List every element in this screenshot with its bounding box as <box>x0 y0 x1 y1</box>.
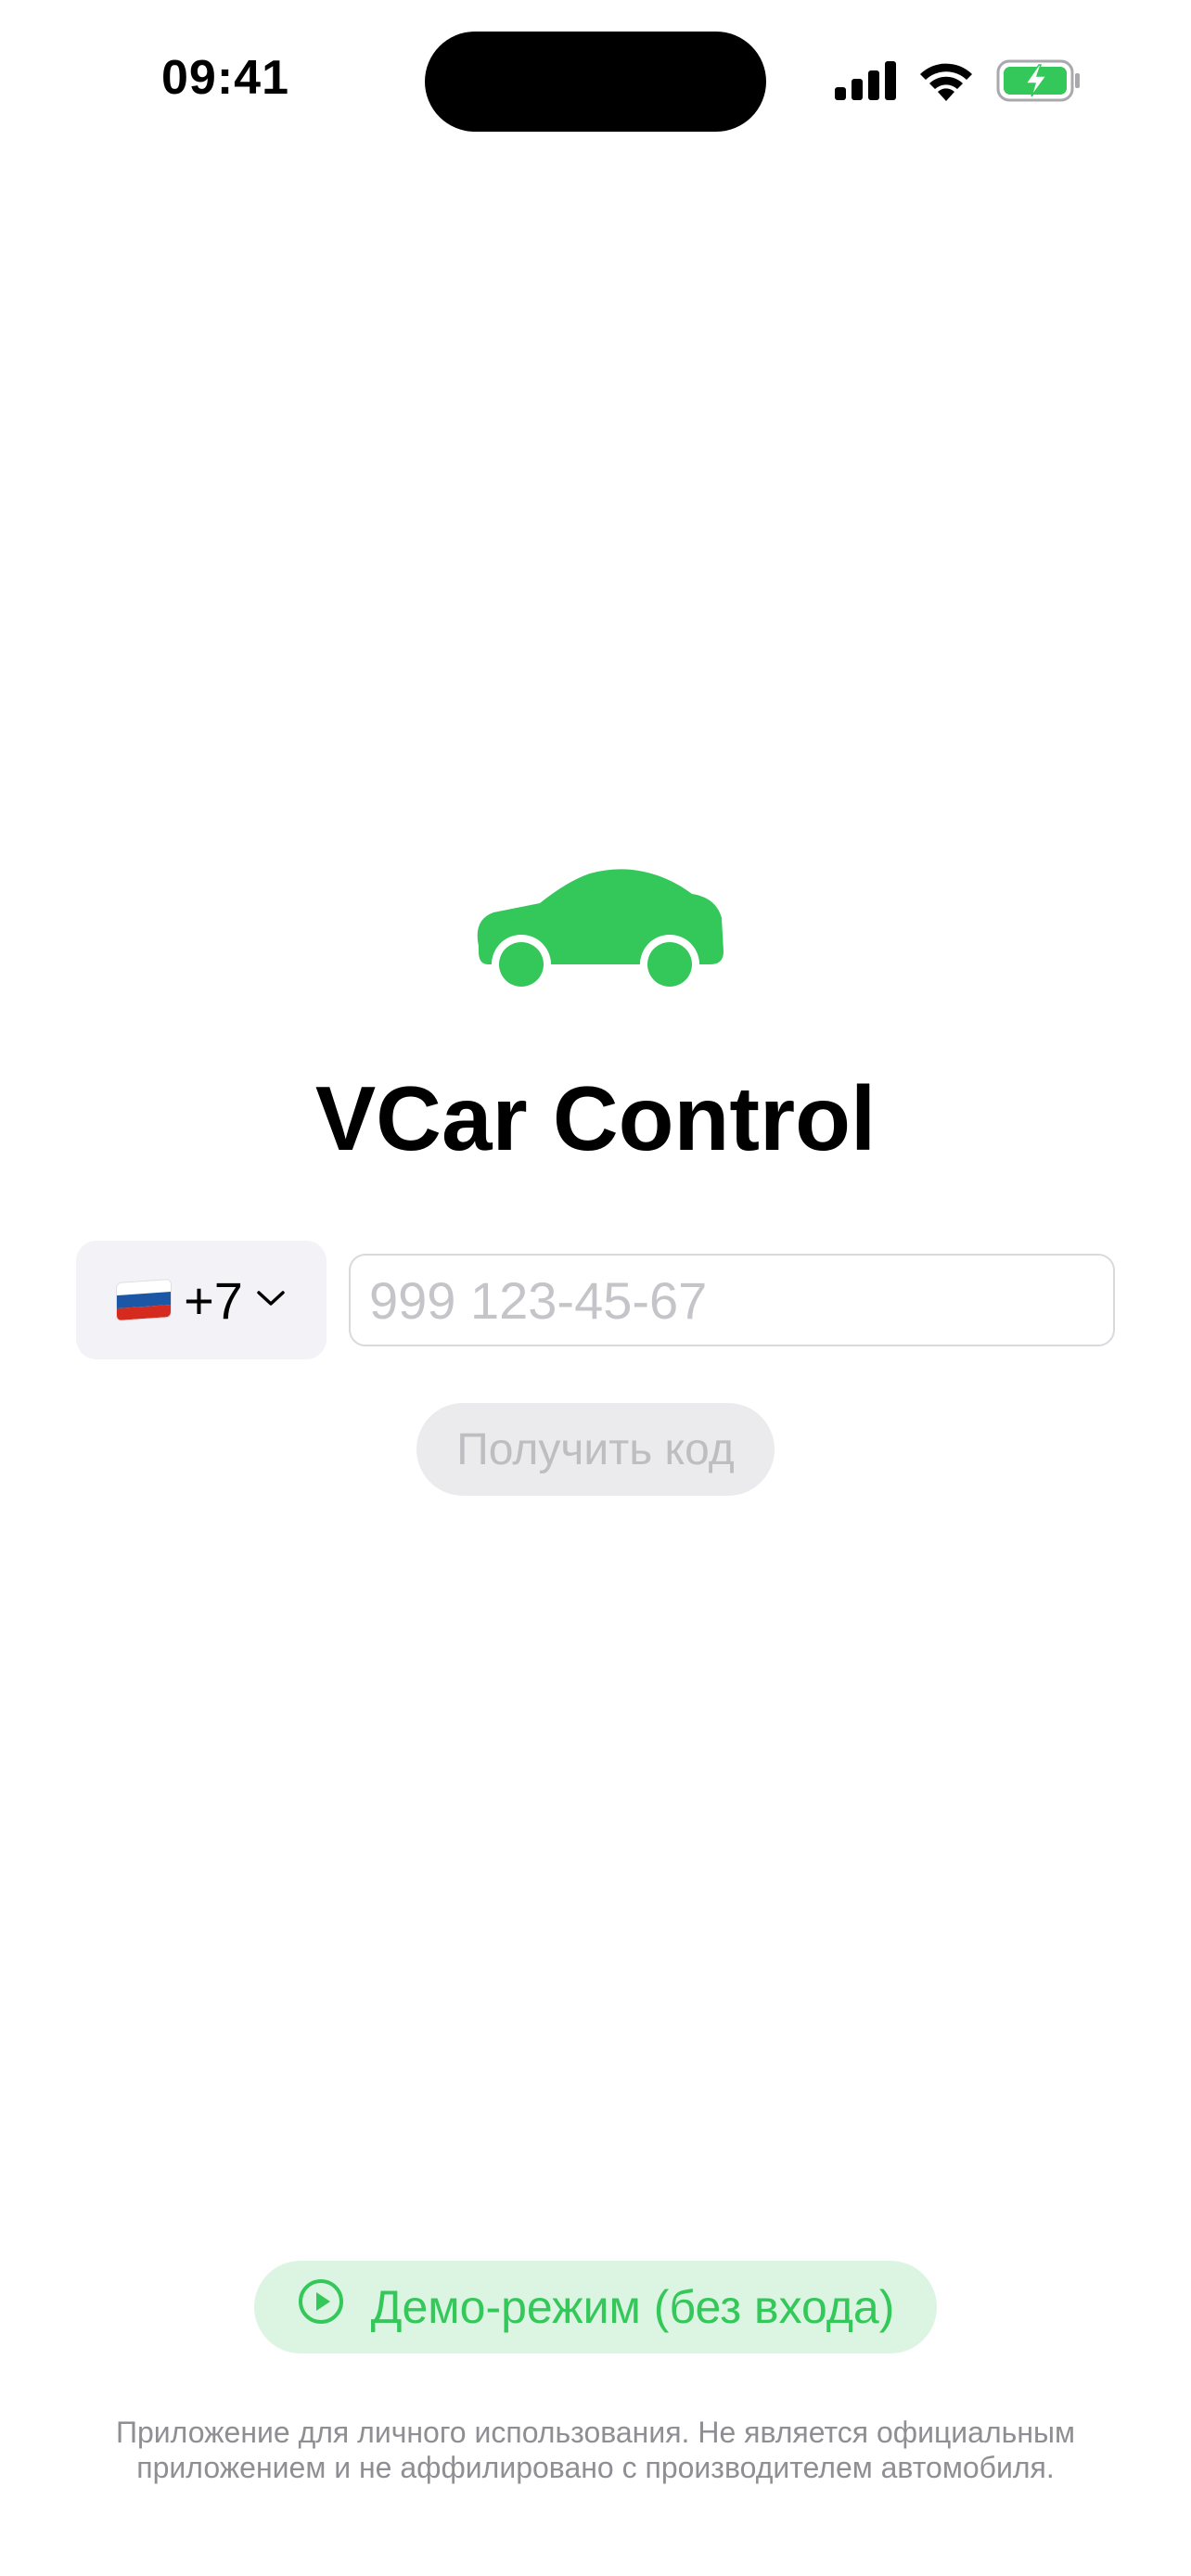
status-time: 09:41 <box>161 51 289 105</box>
app-title: VCar Control <box>314 1067 877 1169</box>
play-circle-icon <box>297 2277 345 2337</box>
wifi-icon <box>918 60 974 101</box>
disclaimer-line-2: приложением и не аффилировано с производ… <box>136 2451 1055 2484</box>
russia-flag-icon <box>117 1279 172 1321</box>
dynamic-island <box>425 32 766 132</box>
country-code-picker[interactable]: +7 <box>76 1241 327 1359</box>
dial-code: +7 <box>184 1270 243 1330</box>
demo-mode-button[interactable]: Демо-режим (без входа) <box>254 2261 937 2353</box>
disclaimer: Приложение для личного использования. Не… <box>56 2415 1135 2485</box>
phone-number-input[interactable] <box>349 1254 1115 1346</box>
get-code-button[interactable]: Получить код <box>416 1403 775 1496</box>
status-icons <box>835 57 1082 104</box>
cellular-signal-icon <box>835 61 896 100</box>
demo-mode-label: Демо-режим (без входа) <box>370 2281 895 2333</box>
chevron-down-icon <box>256 1289 286 1312</box>
disclaimer-line-1: Приложение для личного использования. Не… <box>116 2416 1075 2449</box>
login-screen: 09:41 VCar Control +7 999 123-45-67 Полу… <box>0 0 1191 2576</box>
car-icon <box>460 862 729 996</box>
battery-charging-icon <box>996 59 1082 102</box>
